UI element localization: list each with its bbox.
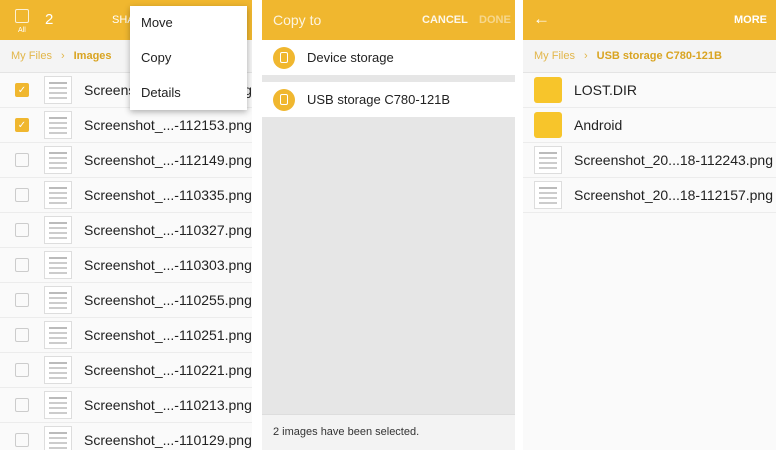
copy-to-panel: Copy to CANCEL DONE Device storage USB s… bbox=[262, 0, 515, 450]
folder-row[interactable]: LOST.DIR bbox=[523, 73, 776, 108]
copy-to-title: Copy to bbox=[273, 12, 322, 28]
file-name: Screenshot_...-110213.png bbox=[84, 397, 252, 413]
breadcrumb-root[interactable]: My Files bbox=[11, 50, 52, 62]
file-checkbox[interactable] bbox=[15, 433, 29, 447]
image-thumbnail bbox=[44, 426, 72, 450]
copy-to-header: Copy to CANCEL DONE bbox=[262, 0, 515, 40]
file-checkbox[interactable] bbox=[15, 153, 29, 167]
file-checkbox[interactable]: ✓ bbox=[15, 83, 29, 97]
folder-row[interactable]: Android bbox=[523, 108, 776, 143]
breadcrumb-current: Images bbox=[73, 50, 112, 62]
file-name: Screenshot_...-110335.png bbox=[84, 187, 252, 203]
file-name: Screenshot_...-110327.png bbox=[84, 222, 252, 238]
my-files-images-panel: All 2 SHA My Files›Images ✓Screenshot_..… bbox=[0, 0, 252, 450]
image-row[interactable]: Screenshot_20...18-112157.png bbox=[523, 178, 776, 213]
image-thumbnail bbox=[44, 391, 72, 419]
file-checkbox[interactable] bbox=[15, 293, 29, 307]
item-name: Screenshot_20...18-112243.png bbox=[574, 152, 774, 168]
image-thumbnail bbox=[44, 216, 72, 244]
menu-item-copy[interactable]: Copy bbox=[130, 45, 247, 80]
image-row[interactable]: Screenshot_20...18-112243.png bbox=[523, 143, 776, 178]
storage-device[interactable]: Device storage bbox=[262, 40, 515, 75]
file-checkbox[interactable] bbox=[15, 223, 29, 237]
file-row[interactable]: Screenshot_...-110327.png bbox=[0, 213, 252, 248]
breadcrumb-root[interactable]: My Files bbox=[534, 50, 575, 62]
file-name: Screenshot_...-112153.png bbox=[84, 117, 252, 133]
select-all-label: All bbox=[18, 27, 26, 34]
image-thumbnail bbox=[44, 181, 72, 209]
overflow-menu: Move Copy Details bbox=[130, 6, 247, 110]
phone-icon bbox=[273, 46, 295, 69]
file-checkbox[interactable] bbox=[15, 188, 29, 202]
menu-item-details[interactable]: Details bbox=[130, 80, 247, 115]
usb-icon bbox=[273, 88, 295, 111]
image-thumbnail bbox=[44, 251, 72, 279]
item-name: Screenshot_20...18-112157.png bbox=[574, 187, 774, 203]
file-row[interactable]: Screenshot_...-110303.png bbox=[0, 248, 252, 283]
selected-count: 2 bbox=[45, 11, 54, 28]
file-row[interactable]: Screenshot_...-112149.png bbox=[0, 143, 252, 178]
image-thumbnail bbox=[44, 111, 72, 139]
file-name: Screenshot_...-110129.png bbox=[84, 432, 252, 448]
image-thumbnail bbox=[534, 146, 562, 174]
image-thumbnail bbox=[44, 286, 72, 314]
menu-item-move[interactable]: Move bbox=[130, 10, 247, 45]
item-name: LOST.DIR bbox=[574, 82, 638, 98]
file-checkbox[interactable] bbox=[15, 363, 29, 377]
file-name: Screenshot_...-110255.png bbox=[84, 292, 252, 308]
storage-label: Device storage bbox=[307, 50, 394, 65]
storage-label: USB storage C780-121B bbox=[307, 92, 451, 107]
file-row[interactable]: Screenshot_...-110255.png bbox=[0, 283, 252, 318]
file-checkbox[interactable] bbox=[15, 398, 29, 412]
file-row[interactable]: Screenshot_...-110251.png bbox=[0, 318, 252, 353]
file-name: Screenshot_...-110221.png bbox=[84, 362, 252, 378]
back-arrow-icon[interactable]: ← bbox=[533, 9, 550, 29]
file-checkbox[interactable] bbox=[15, 328, 29, 342]
done-button[interactable]: DONE bbox=[479, 14, 511, 26]
file-name: Screenshot_...-110251.png bbox=[84, 327, 252, 343]
selection-status-bar: 2 images have been selected. bbox=[262, 414, 515, 450]
cancel-button[interactable]: CANCEL bbox=[422, 14, 468, 26]
image-thumbnail bbox=[44, 146, 72, 174]
file-checkbox[interactable] bbox=[15, 258, 29, 272]
file-name: Screenshot_...-110303.png bbox=[84, 257, 252, 273]
image-thumbnail bbox=[534, 181, 562, 209]
usb-storage-panel: ← MORE My Files › USB storage C780-121B LO… bbox=[523, 0, 776, 450]
file-row[interactable]: Screenshot_...-110213.png bbox=[0, 388, 252, 423]
storage-usb[interactable]: USB storage C780-121B bbox=[262, 82, 515, 117]
more-button[interactable]: MORE bbox=[734, 14, 767, 26]
selection-status: 2 images have been selected. bbox=[273, 426, 420, 438]
file-row[interactable]: Screenshot_...-110335.png bbox=[0, 178, 252, 213]
file-checkbox[interactable]: ✓ bbox=[15, 118, 29, 132]
file-row[interactable]: Screenshot_...-110221.png bbox=[0, 353, 252, 388]
breadcrumb-current: USB storage C780-121B bbox=[596, 50, 722, 62]
breadcrumb: My Files › USB storage C780-121B bbox=[523, 40, 776, 73]
folder-icon bbox=[534, 112, 562, 138]
select-all-checkbox[interactable] bbox=[15, 9, 29, 23]
item-name: Android bbox=[574, 117, 623, 133]
image-thumbnail bbox=[44, 76, 72, 104]
image-thumbnail bbox=[44, 356, 72, 384]
file-name: Screenshot_...-112149.png bbox=[84, 152, 252, 168]
folder-icon bbox=[534, 77, 562, 103]
usb-header: ← MORE bbox=[523, 0, 776, 40]
file-row[interactable]: Screenshot_...-110129.png bbox=[0, 423, 252, 450]
image-thumbnail bbox=[44, 321, 72, 349]
